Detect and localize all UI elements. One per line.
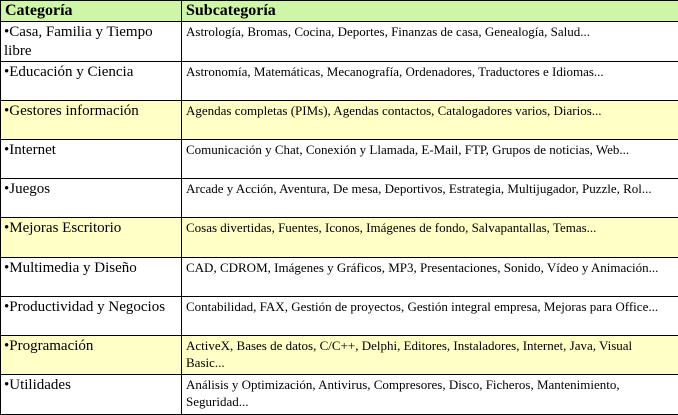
table-row: •Programación ActiveX, Bases de datos, C… [0,334,678,375]
subcategory-cell: Contabilidad, FAX, Gestión de proyectos,… [181,295,678,336]
category-cell: •Juegos [0,178,182,219]
subcategory-cell: Agendas completas (PIMs), Agendas contac… [181,100,678,141]
subcategory-cell: Arcade y Acción, Aventura, De mesa, Depo… [181,178,678,219]
subcategory-cell: Análisis y Optimización, Antivirus, Comp… [181,373,678,415]
table-row: •Educación y Ciencia Astronomía, Matemát… [0,61,678,102]
category-cell: •Utilidades [0,373,182,415]
subcategory-cell: CAD, CDROM, Imágenes y Gráficos, MP3, Pr… [181,256,678,297]
category-cell: •Programación [0,334,182,375]
table-row: •Productividad y Negocios Contabilidad, … [0,295,678,336]
category-column-header: Categoría [0,0,182,22]
category-table: Categoría Subcategoría •Casa, Familia y … [0,0,678,415]
subcategory-column-header: Subcategoría [181,0,678,22]
category-cell: •Gestores información [0,100,182,141]
subcategory-cell: Astrología, Bromas, Cocina, Deportes, Fi… [181,20,678,63]
subcategory-cell: ActiveX, Bases de datos, C/C++, Delphi, … [181,334,678,375]
category-cell: •Educación y Ciencia [0,61,182,102]
table-row: •Juegos Arcade y Acción, Aventura, De me… [0,178,678,219]
subcategory-cell: Cosas divertidas, Fuentes, Iconos, Imáge… [181,217,678,258]
category-cell: •Multimedia y Diseño [0,256,182,297]
table-row: •Multimedia y Diseño CAD, CDROM, Imágene… [0,256,678,297]
table-row: •Mejoras Escritorio Cosas divertidas, Fu… [0,217,678,258]
category-cell: •Internet [0,139,182,180]
table-row: •Gestores información Agendas completas … [0,100,678,141]
table-row: •Casa, Familia y Tiempo libre Astrología… [0,20,678,63]
category-cell: •Casa, Familia y Tiempo libre [0,20,182,63]
category-cell: •Mejoras Escritorio [0,217,182,258]
category-cell: •Productividad y Negocios [0,295,182,336]
table-row: •Internet Comunicación y Chat, Conexión … [0,139,678,180]
header-row: Categoría Subcategoría [0,0,678,22]
subcategory-cell: Comunicación y Chat, Conexión y Llamada,… [181,139,678,180]
table-row: •Utilidades Análisis y Optimización, Ant… [0,373,678,415]
subcategory-cell: Astronomía, Matemáticas, Mecanografía, O… [181,61,678,102]
